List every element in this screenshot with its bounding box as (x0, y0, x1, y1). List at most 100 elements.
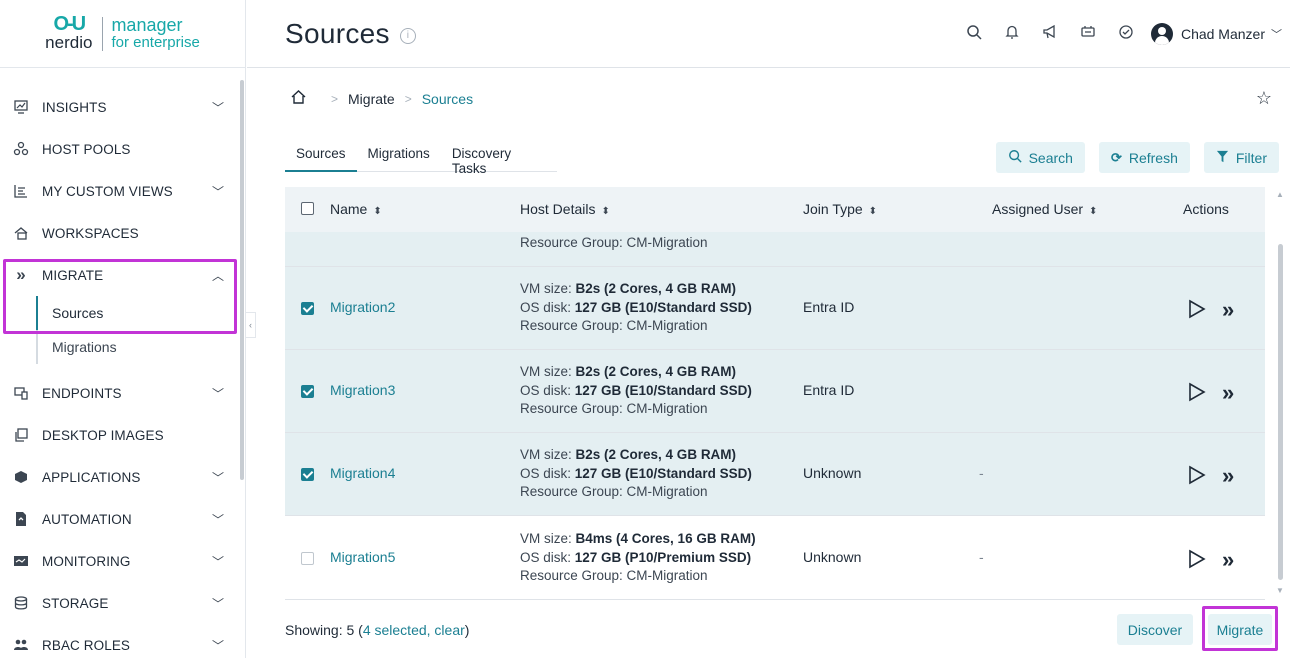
column-actions: Actions (1183, 201, 1229, 217)
assigned-user: - (979, 465, 984, 481)
table-scrollbar[interactable] (1278, 244, 1283, 580)
tab-sources[interactable]: Sources (285, 140, 357, 172)
host-details: VM size: B4ms (4 Cores, 16 GB RAM) OS di… (520, 530, 756, 586)
discover-button[interactable]: Discover (1117, 614, 1193, 645)
sidebar-item-rbac-roles[interactable]: RBAC ROLES ﹀ (0, 624, 238, 658)
check-circle-icon[interactable] (1107, 24, 1145, 45)
custom-views-icon (10, 182, 32, 200)
host-details: VM size: B2s (2 Cores, 4 GB RAM) OS disk… (520, 446, 752, 502)
vm-size-value: B2s (2 Cores, 4 GB RAM) (575, 281, 737, 296)
sidebar-item-label: AUTOMATION (42, 511, 132, 527)
bell-icon[interactable] (993, 24, 1031, 45)
sidebar-subitem-label: Migrations (52, 339, 117, 355)
endpoints-icon (10, 384, 32, 402)
breadcrumb-sources[interactable]: Sources (422, 91, 473, 107)
breadcrumb-migrate[interactable]: Migrate (348, 91, 395, 107)
sidebar-collapse-handle[interactable]: ‹ (246, 312, 256, 338)
user-menu[interactable]: Chad Manzer ﹀ (1150, 23, 1282, 45)
row-checkbox[interactable] (301, 552, 314, 568)
table-row[interactable]: Migration3 VM size: B2s (2 Cores, 4 GB R… (285, 350, 1265, 433)
sidebar-item-endpoints[interactable]: ENDPOINTS ﹀ (0, 372, 238, 414)
resource-group: Resource Group: CM-Migration (520, 401, 708, 416)
play-icon[interactable] (1188, 549, 1206, 572)
search-button[interactable]: Search (995, 142, 1085, 173)
migrate-action-icon[interactable]: » (1222, 380, 1234, 406)
filter-icon (1216, 150, 1229, 166)
storage-icon (10, 594, 32, 612)
vm-size-value: B4ms (4 Cores, 16 GB RAM) (575, 531, 756, 546)
sidebar-item-my-custom-views[interactable]: MY CUSTOM VIEWS ﹀ (0, 170, 238, 212)
select-all-checkbox[interactable] (301, 202, 314, 218)
tab-discovery-tasks[interactable]: Discovery Tasks (441, 140, 557, 176)
sidebar-item-insights[interactable]: INSIGHTS ﹀ (0, 86, 238, 128)
filter-button[interactable]: Filter (1203, 142, 1279, 173)
row-checkbox[interactable] (301, 302, 314, 318)
column-host-details[interactable]: Host Details ⬍ (520, 201, 610, 217)
megaphone-icon[interactable] (1031, 24, 1069, 45)
sidebar-item-migrate[interactable]: » MIGRATE ︿ (0, 254, 238, 296)
play-icon[interactable] (1188, 465, 1206, 488)
row-checkbox[interactable] (301, 385, 314, 401)
sidebar-item-monitoring[interactable]: MONITORING ﹀ (0, 540, 238, 582)
showing-prefix: Showing: 5 ( (285, 622, 363, 638)
support-icon[interactable] (1069, 24, 1107, 45)
scroll-up-arrow[interactable]: ▲ (1276, 190, 1284, 199)
home-icon[interactable] (290, 89, 307, 110)
nerdio-logo-mark: O-U nerdio (45, 14, 93, 53)
source-name-link[interactable]: Migration3 (330, 382, 395, 398)
sidebar-item-desktop-images[interactable]: DESKTOP IMAGES (0, 414, 238, 456)
sidebar-item-workspaces[interactable]: WORKSPACES (0, 212, 238, 254)
row-checkbox[interactable] (301, 468, 314, 484)
rbac-roles-icon (10, 636, 32, 654)
sidebar-item-label: INSIGHTS (42, 99, 107, 115)
migrate-action-icon[interactable]: » (1222, 547, 1234, 573)
sidebar-subitem-sources[interactable]: Sources (36, 296, 238, 330)
migrate-button-highlight (1202, 606, 1278, 651)
refresh-button[interactable]: ⟳ Refresh (1098, 142, 1190, 173)
source-name-link[interactable]: Migration5 (330, 549, 395, 565)
search-icon[interactable] (955, 24, 993, 45)
logo[interactable]: O-U nerdio manager for enterprise (0, 0, 245, 68)
selected-clear-link[interactable]: 4 selected, clear (363, 622, 465, 638)
migrate-action-icon[interactable]: » (1222, 297, 1234, 323)
page-title: Sources (285, 17, 390, 49)
source-name-link[interactable]: Migration2 (330, 299, 395, 315)
row-actions: » (1188, 380, 1234, 406)
sidebar-item-storage[interactable]: STORAGE ﹀ (0, 582, 238, 624)
sidebar-item-applications[interactable]: APPLICATIONS ﹀ (0, 456, 238, 498)
source-name-link[interactable]: Migration4 (330, 465, 395, 481)
sidebar-item-label: HOST POOLS (42, 141, 131, 157)
vm-size-label: VM size: (520, 281, 576, 296)
star-icon[interactable]: ☆ (1256, 88, 1272, 109)
applications-icon (10, 468, 32, 486)
logo-word: nerdio (45, 32, 93, 52)
play-icon[interactable] (1188, 382, 1206, 405)
table-row[interactable]: Migration5 VM size: B4ms (4 Cores, 16 GB… (285, 517, 1265, 600)
tab-migrations[interactable]: Migrations (357, 140, 441, 172)
column-name[interactable]: Name ⬍ (330, 201, 382, 217)
user-name: Chad Manzer (1180, 26, 1265, 42)
assigned-user: - (979, 549, 984, 565)
sidebar-scrollbar[interactable] (240, 80, 244, 480)
column-join-type[interactable]: Join Type ⬍ (803, 201, 877, 217)
column-name-label: Name (330, 201, 368, 217)
sidebar-item-automation[interactable]: AUTOMATION ﹀ (0, 498, 238, 540)
insights-icon (10, 98, 32, 116)
table-row[interactable]: Migration4 VM size: B2s (2 Cores, 4 GB R… (285, 433, 1265, 516)
chevron-down-icon: ﹀ (211, 512, 224, 527)
migrate-action-icon[interactable]: » (1222, 463, 1234, 489)
sidebar-item-host-pools[interactable]: HOST POOLS (0, 128, 238, 170)
migrate-icon: » (16, 265, 26, 284)
table-row[interactable]: Migration2 VM size: B2s (2 Cores, 4 GB R… (285, 267, 1265, 350)
row-actions: » (1188, 547, 1234, 573)
sidebar-subitem-migrations[interactable]: Migrations (36, 330, 238, 364)
play-icon[interactable] (1188, 299, 1206, 322)
monitoring-icon (10, 552, 32, 570)
scroll-down-arrow[interactable]: ▼ (1276, 586, 1284, 595)
vm-size-label: VM size: (520, 447, 576, 462)
sidebar-item-label: MY CUSTOM VIEWS (42, 183, 173, 199)
sidebar-item-label: MIGRATE (42, 267, 104, 283)
column-assigned-user[interactable]: Assigned User ⬍ (992, 201, 1097, 217)
info-icon[interactable]: i (399, 27, 416, 44)
product-line-2: for enterprise (111, 33, 200, 51)
